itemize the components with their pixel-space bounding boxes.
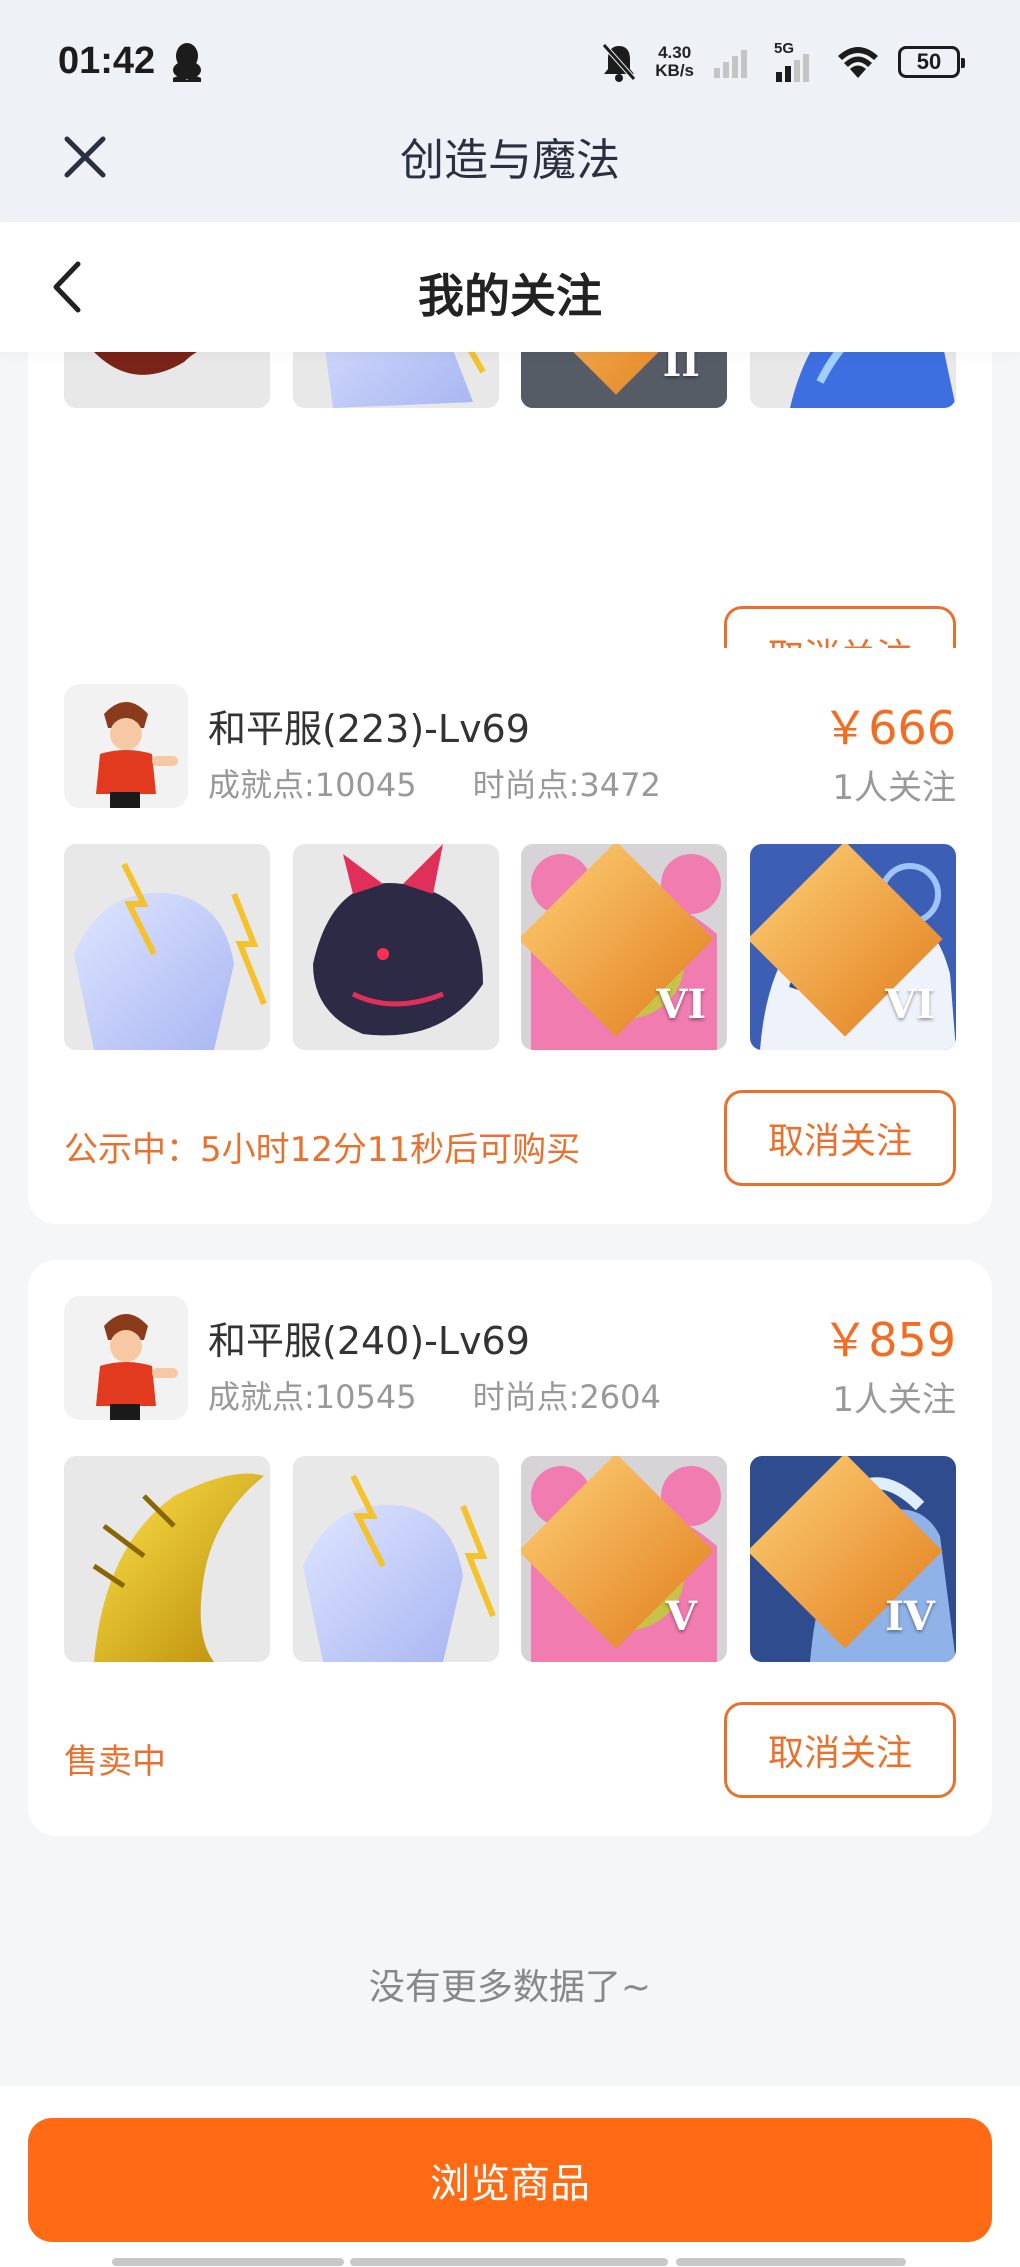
stats-row: 成就点:10045 时尚点:3472 — [208, 760, 661, 806]
page-nav: 我的关注 — [0, 222, 1020, 352]
thumb-ice-dragon-mount[interactable] — [749, 352, 956, 408]
thumb-lightning-horse-mount[interactable] — [64, 844, 270, 1050]
tier-badge: IV — [885, 1592, 935, 1640]
battery-icon: 50 — [898, 46, 965, 78]
thumb-shadow-dragon-mount[interactable] — [292, 844, 499, 1050]
signal-5g-icon — [776, 54, 809, 82]
thumb-row: II — [64, 352, 956, 408]
follower-count: 1人关注 — [832, 768, 956, 808]
thumb-pink-bear-pet[interactable]: VI — [521, 844, 728, 1050]
tier-badge: VI — [885, 980, 935, 1028]
status-icons: 4.30 KB/s 5G 50 — [601, 40, 965, 84]
app-header: 创造与魔法 — [0, 116, 1020, 222]
tier-badge: II — [662, 352, 701, 386]
achievement-points: 成就点:10045 — [208, 766, 417, 804]
bottom-bar: 浏览商品 — [0, 2086, 1020, 2267]
tier-badge: VI — [656, 980, 707, 1028]
signal-icon — [714, 50, 747, 78]
listing-status: 售卖中 — [64, 1742, 166, 1782]
server-level: 和平服(240)-Lv69 — [208, 1319, 530, 1363]
price: ￥859 — [822, 1313, 956, 1367]
home-indicator — [350, 2258, 668, 2266]
price: ￥666 — [822, 701, 956, 755]
thumb-golden-phoenix-mount[interactable] — [64, 1456, 270, 1662]
thumb-row: VI VI — [64, 844, 956, 1050]
achievement-points: 成就点:10545 — [208, 1378, 417, 1416]
tier-badge: V — [665, 1592, 697, 1640]
listing-card[interactable]: 和平服(223)-Lv69 成就点:10045 时尚点:3472 ￥666 1人… — [28, 648, 992, 1224]
home-indicator — [676, 2258, 906, 2266]
battery-level: 50 — [916, 49, 942, 74]
qq-icon — [173, 43, 201, 82]
net-speed-unit: KB/s — [655, 61, 694, 80]
thumb-dark-beast-mount[interactable]: II — [521, 352, 728, 408]
unfollow-button[interactable]: 取消关注 — [724, 1090, 956, 1186]
thumb-ice-warrior-outfit[interactable]: IV — [749, 1456, 956, 1662]
signal-5g: 5G — [774, 40, 818, 82]
browse-goods-button[interactable]: 浏览商品 — [28, 2118, 992, 2242]
net-speed-value: 4.30 — [658, 43, 692, 62]
app-title: 创造与魔法 — [400, 135, 620, 186]
thumb-lightning-horse-mount[interactable] — [292, 352, 499, 408]
status-bar: 01:42 4.30 KB/s 5G 50 — [0, 0, 1020, 116]
avatar — [64, 684, 188, 808]
net-speed: 4.30 KB/s — [655, 44, 694, 80]
server-level: 和平服(223)-Lv69 — [208, 707, 530, 751]
thumb-pink-bear-pet[interactable]: V — [521, 1456, 728, 1662]
thumb-lightning-horse-mount[interactable] — [292, 1456, 499, 1662]
listing-card[interactable]: 和平服(240)-Lv69 成就点:10545 时尚点:2604 ￥859 1人… — [28, 1260, 992, 1836]
page-title: 我的关注 — [418, 269, 602, 323]
thumb-row: V IV — [64, 1456, 956, 1662]
bell-muted-icon — [602, 43, 637, 82]
stats-row: 成就点:10545 时尚点:2604 — [208, 1372, 661, 1418]
home-indicator — [112, 2258, 344, 2266]
follow-list[interactable]: II 公示中：13小时33分48秒后可购买 取消关注 和平服(223)-Lv69 — [0, 352, 1020, 2087]
fashion-points: 时尚点:3472 — [472, 766, 661, 804]
no-more-data: 没有更多数据了~ — [368, 1967, 652, 2008]
avatar — [64, 1296, 188, 1420]
thumb-dragon-red-mount[interactable] — [64, 352, 270, 408]
listing-status: 公示中：5小时12分11秒后可购买 — [64, 1130, 581, 1170]
status-time: 01:42 — [58, 40, 156, 82]
fashion-points: 时尚点:2604 — [472, 1378, 661, 1416]
follower-count: 1人关注 — [832, 1380, 956, 1420]
thumb-white-tiger-mount[interactable]: VI — [749, 844, 956, 1050]
unfollow-button[interactable]: 取消关注 — [724, 1702, 956, 1798]
wifi-icon — [838, 47, 878, 78]
